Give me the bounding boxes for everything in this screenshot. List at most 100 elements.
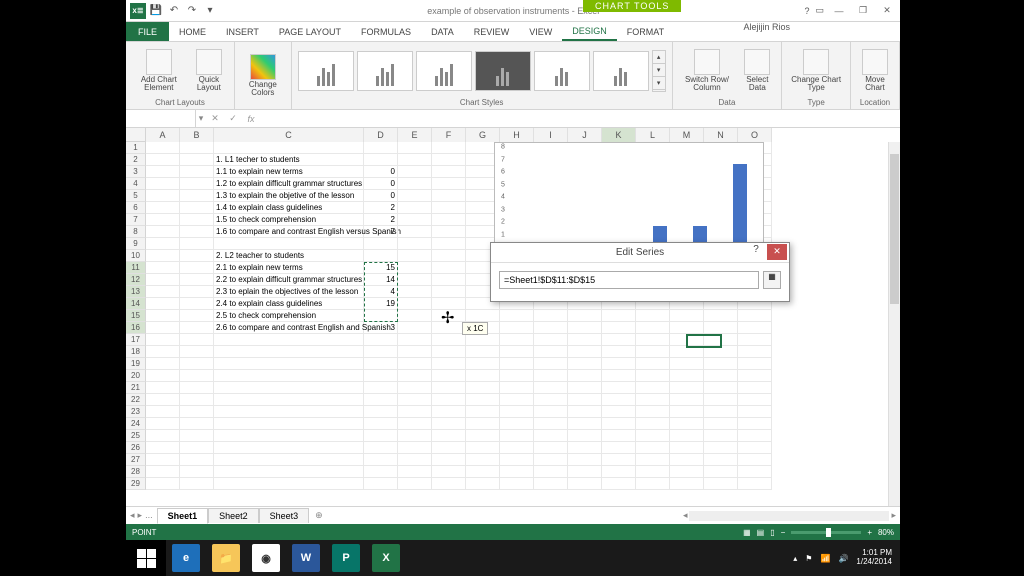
- cell[interactable]: [670, 310, 704, 322]
- cell[interactable]: [432, 286, 466, 298]
- taskbar-chrome[interactable]: ◉: [246, 540, 286, 576]
- cell[interactable]: [214, 406, 364, 418]
- cell[interactable]: 2.1 to explain new terms: [214, 262, 364, 274]
- tab-home[interactable]: HOME: [169, 22, 216, 41]
- cell[interactable]: [738, 334, 772, 346]
- row-header[interactable]: 9: [126, 238, 146, 250]
- cell[interactable]: [398, 286, 432, 298]
- chart-style-thumb[interactable]: [593, 51, 649, 91]
- cell[interactable]: [500, 382, 534, 394]
- cell[interactable]: 1.3 to explain the objetive of the lesso…: [214, 190, 364, 202]
- taskbar-explorer[interactable]: 📁: [206, 540, 246, 576]
- zoom-in-icon[interactable]: +: [867, 528, 872, 537]
- cell[interactable]: [398, 214, 432, 226]
- tray-volume-icon[interactable]: 🔊: [838, 554, 848, 563]
- cell[interactable]: [398, 166, 432, 178]
- cell[interactable]: [432, 310, 466, 322]
- cell[interactable]: [738, 358, 772, 370]
- sheet-nav-first-icon[interactable]: ◂: [130, 510, 135, 521]
- column-header[interactable]: H: [500, 128, 534, 142]
- cell[interactable]: [738, 442, 772, 454]
- cell[interactable]: [146, 298, 180, 310]
- cell[interactable]: [180, 154, 214, 166]
- cell[interactable]: [146, 478, 180, 490]
- cell[interactable]: [534, 466, 568, 478]
- cell[interactable]: [146, 406, 180, 418]
- cell[interactable]: [534, 382, 568, 394]
- cell[interactable]: [704, 334, 738, 346]
- cell[interactable]: [704, 454, 738, 466]
- cell[interactable]: [534, 322, 568, 334]
- row-header[interactable]: 10: [126, 250, 146, 262]
- cell[interactable]: [432, 466, 466, 478]
- cell[interactable]: 1.4 to explain class guidelines: [214, 202, 364, 214]
- cell[interactable]: [432, 430, 466, 442]
- cell[interactable]: [146, 250, 180, 262]
- row-header[interactable]: 22: [126, 394, 146, 406]
- cell[interactable]: [146, 214, 180, 226]
- cell[interactable]: [146, 382, 180, 394]
- row-header[interactable]: 12: [126, 274, 146, 286]
- cell[interactable]: [670, 370, 704, 382]
- cell[interactable]: [602, 466, 636, 478]
- cell[interactable]: [432, 226, 466, 238]
- dialog-help-button[interactable]: ?: [747, 244, 765, 260]
- cell[interactable]: [738, 478, 772, 490]
- zoom-out-icon[interactable]: −: [781, 528, 786, 537]
- cell[interactable]: [670, 406, 704, 418]
- cell[interactable]: [214, 358, 364, 370]
- cell[interactable]: 15: [364, 262, 398, 274]
- cell[interactable]: [738, 370, 772, 382]
- tab-review[interactable]: REVIEW: [464, 22, 520, 41]
- cell[interactable]: [180, 142, 214, 154]
- cell[interactable]: 2.5 to check comprehension: [214, 310, 364, 322]
- cell[interactable]: [704, 466, 738, 478]
- hscroll-left-icon[interactable]: ◂: [683, 510, 688, 521]
- cell[interactable]: [602, 406, 636, 418]
- cell[interactable]: [364, 394, 398, 406]
- sheet-nav-last-icon[interactable]: ▸: [138, 510, 143, 521]
- cell[interactable]: [398, 430, 432, 442]
- cell[interactable]: [466, 478, 500, 490]
- cell[interactable]: 1.6 to compare and contrast English vers…: [214, 226, 364, 238]
- cell[interactable]: [432, 214, 466, 226]
- cell[interactable]: [146, 274, 180, 286]
- cell[interactable]: [602, 454, 636, 466]
- cell[interactable]: [180, 334, 214, 346]
- change-colors-button[interactable]: Change Colors: [241, 52, 285, 99]
- cell[interactable]: [364, 478, 398, 490]
- cell[interactable]: [466, 346, 500, 358]
- spreadsheet-grid[interactable]: ABCDEFGHIJKLMNO 123456789101112131415161…: [126, 128, 900, 506]
- cell[interactable]: [364, 370, 398, 382]
- cell[interactable]: [500, 418, 534, 430]
- cancel-icon[interactable]: ✕: [206, 113, 224, 124]
- cell[interactable]: [398, 178, 432, 190]
- cell[interactable]: [466, 310, 500, 322]
- cell[interactable]: [146, 322, 180, 334]
- cell[interactable]: [432, 478, 466, 490]
- row-header[interactable]: 1: [126, 142, 146, 154]
- cell[interactable]: [568, 454, 602, 466]
- cell[interactable]: [398, 298, 432, 310]
- column-header[interactable]: I: [534, 128, 568, 142]
- cell[interactable]: [146, 346, 180, 358]
- row-header[interactable]: 16: [126, 322, 146, 334]
- cell[interactable]: [432, 442, 466, 454]
- cell[interactable]: [500, 358, 534, 370]
- cell[interactable]: [602, 370, 636, 382]
- cell[interactable]: [602, 322, 636, 334]
- qat-customize-icon[interactable]: ▾: [202, 3, 218, 19]
- cell[interactable]: [180, 226, 214, 238]
- cell[interactable]: [146, 454, 180, 466]
- cell[interactable]: 0: [364, 166, 398, 178]
- tray-up-icon[interactable]: ▴: [793, 554, 797, 563]
- undo-icon[interactable]: ↶: [166, 3, 182, 19]
- cell[interactable]: [432, 262, 466, 274]
- cell[interactable]: [398, 322, 432, 334]
- cell[interactable]: [636, 394, 670, 406]
- cell[interactable]: [704, 430, 738, 442]
- cell[interactable]: [364, 466, 398, 478]
- cell[interactable]: [146, 178, 180, 190]
- enter-icon[interactable]: ✓: [224, 113, 242, 124]
- column-header[interactable]: G: [466, 128, 500, 142]
